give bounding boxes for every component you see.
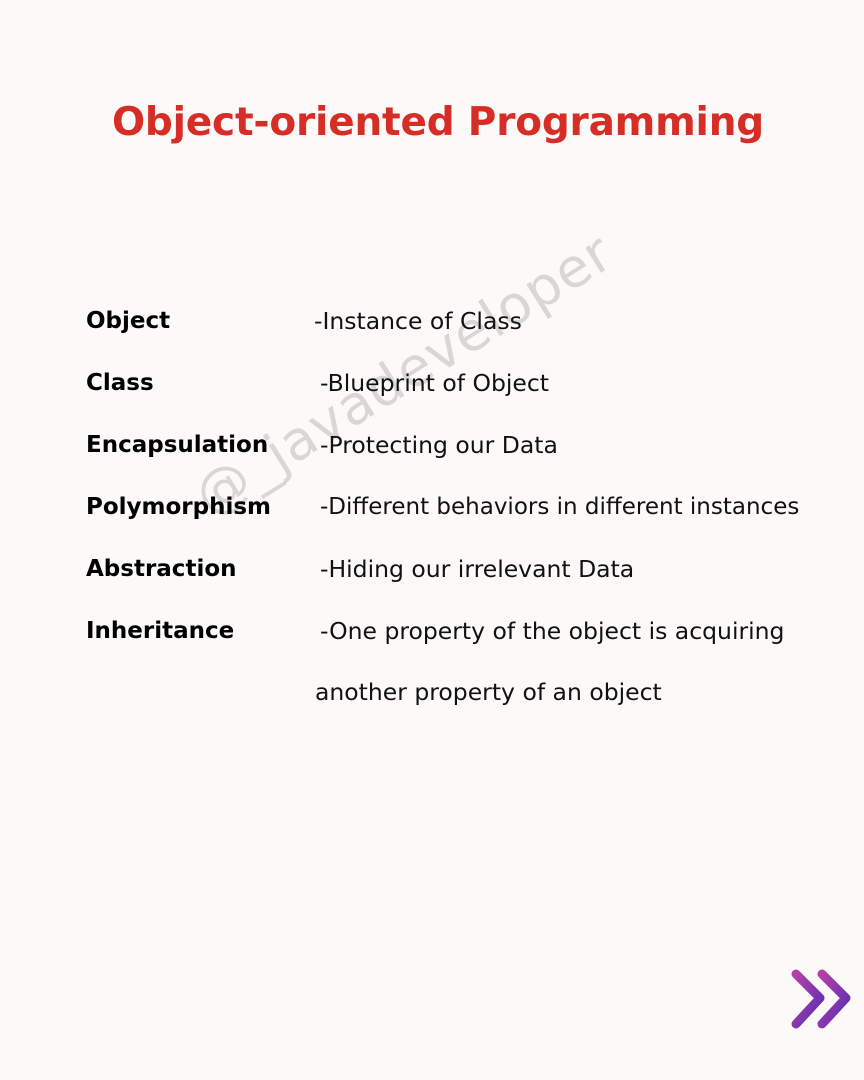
definition-continuation: another property of an object xyxy=(315,678,662,706)
list-item-class: Class -Blueprint of Object xyxy=(0,363,864,403)
term-label: Encapsulation xyxy=(86,432,269,458)
term-label: Abstraction xyxy=(86,556,237,582)
next-button[interactable] xyxy=(790,966,860,1036)
term-label: Polymorphism xyxy=(86,494,272,520)
definition-text: -Hiding our irrelevant Data xyxy=(320,555,635,583)
list-item-object: Object -Instance of Class xyxy=(0,301,864,341)
term-label: Object xyxy=(86,308,171,334)
double-chevron-right-icon xyxy=(791,969,851,1029)
definition-text: -Blueprint of Object xyxy=(320,369,549,397)
definition-text: -One property of the object is acquiring xyxy=(320,617,785,645)
definition-text: -Instance of Class xyxy=(314,307,522,335)
definition-text: -Different behaviors in different instan… xyxy=(320,494,800,520)
list-item-encapsulation: Encapsulation -Protecting our Data xyxy=(0,425,864,465)
term-label: Class xyxy=(86,370,154,396)
list-item-polymorphism: Polymorphism -Different behaviors in dif… xyxy=(0,487,864,527)
list-item-abstraction: Abstraction -Hiding our irrelevant Data xyxy=(0,549,864,589)
term-label: Inheritance xyxy=(86,618,235,644)
list-item-inheritance: Inheritance -One property of the object … xyxy=(0,611,864,651)
page-title: Object-oriented Programming xyxy=(111,100,765,145)
definition-text: -Protecting our Data xyxy=(320,431,558,459)
